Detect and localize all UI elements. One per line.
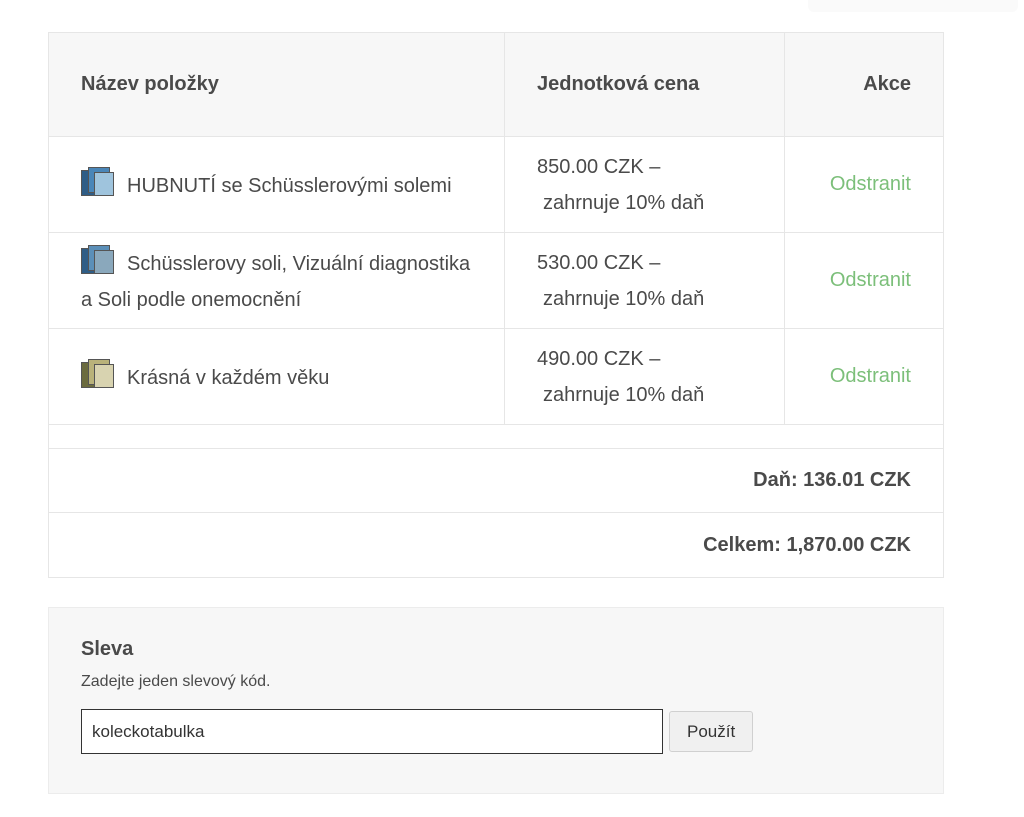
item-name-text: Krásná v každém věku (127, 366, 330, 389)
item-tax-note: zahrnuje 10% daň (543, 383, 705, 406)
item-name-cell: HUBNUTÍ se Schüsslerovými solemi (49, 137, 505, 232)
item-actions-cell: Odstranit (785, 137, 943, 232)
header-item-name: Název položky (49, 33, 505, 136)
remove-item-link[interactable]: Odstranit (830, 365, 911, 388)
grand-total-row: Celkem: 1,870.00 CZK (703, 533, 911, 556)
item-name-text: Schüsslerovy soli, Vizuální diagnostika … (81, 252, 471, 311)
discount-title: Sleva (81, 638, 134, 660)
discount-panel: Sleva Zadejte jeden slevový kód. Použít (48, 607, 944, 794)
cart-row: Krásná v každém věku 490.00 CZK – zahrnu… (49, 329, 943, 425)
item-name-cell: Schüsslerovy soli, Vizuální diagnostika … (49, 233, 505, 328)
tax-total-row: Daň: 136.01 CZK (49, 449, 943, 513)
header-actions: Akce (863, 73, 911, 95)
remove-item-link[interactable]: Odstranit (830, 173, 911, 196)
header-unit-price: Jednotková cena (505, 33, 785, 136)
item-name-text: HUBNUTÍ se Schüsslerovými solemi (127, 174, 452, 197)
item-name-cell: Krásná v každém věku (49, 329, 505, 424)
apply-discount-button[interactable]: Použít (669, 711, 754, 752)
discount-description: Zadejte jeden slevový kód. (81, 673, 271, 690)
item-actions-cell: Odstranit (785, 329, 943, 424)
remove-item-link[interactable]: Odstranit (830, 269, 911, 292)
item-tax-note: zahrnuje 10% daň (543, 191, 705, 214)
item-price-cell: 490.00 CZK – zahrnuje 10% daň (505, 329, 785, 424)
discount-form: Použít (81, 709, 911, 754)
book-cover-thumbnail-icon (81, 244, 115, 276)
cart-row: HUBNUTÍ se Schüsslerovými solemi 850.00 … (49, 137, 943, 233)
item-price-cell: 850.00 CZK – zahrnuje 10% daň (505, 137, 785, 232)
table-spacer-row (49, 425, 943, 449)
cart-table-header: Název položky Jednotková cena Akce (49, 33, 943, 137)
discount-code-input[interactable] (81, 709, 663, 754)
book-cover-thumbnail-icon (81, 166, 115, 198)
item-price: 490.00 CZK – (537, 347, 661, 370)
item-price: 530.00 CZK – (537, 251, 661, 274)
cart-row: Schüsslerovy soli, Vizuální diagnostika … (49, 233, 943, 329)
item-price-cell: 530.00 CZK – zahrnuje 10% daň (505, 233, 785, 328)
item-price: 850.00 CZK – (537, 155, 661, 178)
item-tax-note: zahrnuje 10% daň (543, 287, 705, 310)
book-cover-thumbnail-icon (81, 358, 115, 390)
item-actions-cell: Odstranit (785, 233, 943, 328)
cart-table: Název položky Jednotková cena Akce HUBNU… (48, 32, 944, 578)
top-edge-decoration (808, 0, 1018, 12)
